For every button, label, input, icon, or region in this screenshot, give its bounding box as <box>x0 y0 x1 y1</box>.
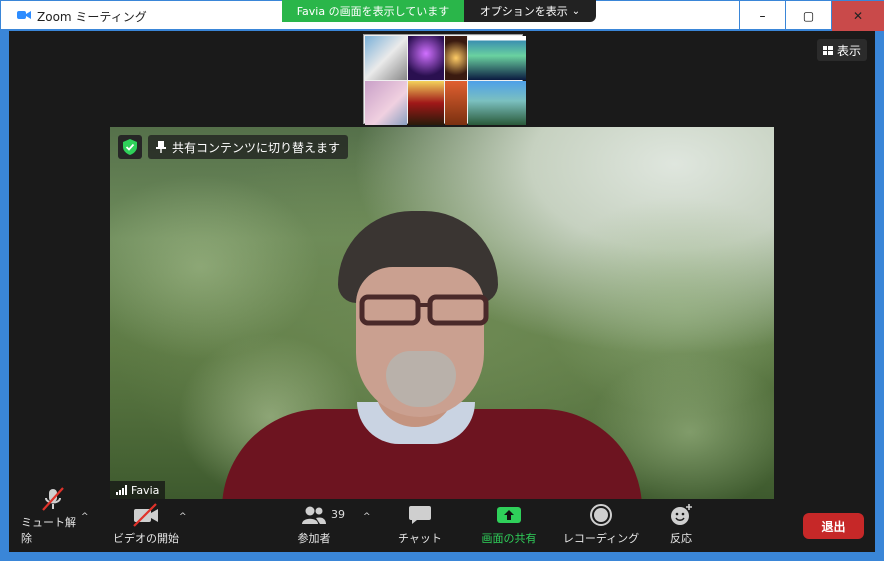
maximize-icon: ▢ <box>802 9 815 23</box>
chat-button[interactable]: チャット <box>395 502 445 552</box>
pin-label-text: 共有コンテンツに切り替えます <box>172 140 341 155</box>
start-video-label: ビデオの開始 <box>113 532 179 545</box>
chat-icon <box>408 502 432 528</box>
audio-options-caret-icon[interactable]: ^ <box>81 512 89 522</box>
participant-name: Favia <box>131 483 160 497</box>
thumb-image <box>468 81 526 125</box>
thumb-image <box>408 81 444 125</box>
record-label: レコーディング <box>562 532 640 545</box>
thumb-image <box>468 36 526 80</box>
window-title: Zoom ミーティング <box>37 10 147 24</box>
encryption-shield-icon[interactable] <box>118 135 142 159</box>
meeting-toolbar: ミュート解除 ^ ビデオの開始 ^ 参加者 39 ^ チャット 画面の共有 レコ… <box>9 487 875 552</box>
switch-to-shared-content-button[interactable]: 共有コンテンツに切り替えます <box>148 135 349 159</box>
view-layout-button[interactable]: 表示 <box>816 39 867 61</box>
mic-muted-icon <box>40 486 66 512</box>
participants-options-caret-icon[interactable]: ^ <box>363 512 371 522</box>
chevron-down-icon: ⌄ <box>571 5 581 17</box>
view-options-button[interactable]: オプションを表示 ⌄ <box>464 0 596 22</box>
video-off-icon <box>131 502 161 528</box>
shared-screen-thumbnail[interactable] <box>363 34 526 125</box>
leave-meeting-button[interactable]: 退出 <box>803 513 864 539</box>
record-icon <box>589 502 613 528</box>
thumb-image <box>365 81 407 125</box>
unmute-button[interactable]: ミュート解除 <box>21 487 85 552</box>
close-icon: ✕ <box>852 9 864 23</box>
minimize-button[interactable]: – <box>739 1 785 31</box>
share-screen-icon <box>496 502 522 528</box>
grid-icon <box>822 45 833 55</box>
thumb-image <box>445 36 467 80</box>
minimize-icon: – <box>759 9 766 23</box>
participants-label: 参加者 <box>297 532 331 545</box>
participants-icon <box>301 502 327 528</box>
share-status: Favia の画面を表示しています <box>282 0 464 22</box>
record-button[interactable]: レコーディング <box>561 502 641 552</box>
zoom-window: Zoom ミーティング – ▢ ✕ Favia の画面を表示しています オプショ… <box>0 0 884 561</box>
share-banner: Favia の画面を表示しています オプションを表示 ⌄ <box>282 0 596 22</box>
glasses-icon <box>359 294 489 326</box>
reactions-label: 反応 <box>670 532 692 545</box>
share-screen-button[interactable]: 画面の共有 <box>471 502 547 552</box>
unmute-label: ミュート解除 <box>21 516 76 545</box>
speaker-video: 共有コンテンツに切り替えます Favia <box>110 127 774 499</box>
maximize-button[interactable]: ▢ <box>785 1 831 31</box>
meeting-stage: 表示 共有コンテンツに切り替えます Favia <box>9 31 875 502</box>
reactions-button[interactable]: 反応 <box>661 502 701 552</box>
pin-icon <box>156 141 166 153</box>
reaction-icon <box>669 502 693 528</box>
view-options-label: オプションを表示 <box>479 5 568 18</box>
close-button[interactable]: ✕ <box>831 1 884 31</box>
view-layout-label: 表示 <box>836 43 861 58</box>
window-bottom-border <box>0 552 884 561</box>
chat-label: チャット <box>398 532 442 545</box>
thumb-image <box>365 36 407 80</box>
participant-name-tag: Favia <box>110 481 166 499</box>
signal-strength-icon <box>116 485 127 495</box>
participant-count: 39 <box>331 508 345 521</box>
share-screen-label: 画面の共有 <box>481 532 537 545</box>
video-options-caret-icon[interactable]: ^ <box>179 512 187 522</box>
zoom-app-icon <box>17 11 31 19</box>
pin-badge: 共有コンテンツに切り替えます <box>118 135 349 159</box>
person-beard <box>386 351 456 407</box>
thumb-image <box>445 81 467 125</box>
start-video-button[interactable]: ビデオの開始 <box>109 502 183 552</box>
thumb-image <box>408 36 444 80</box>
